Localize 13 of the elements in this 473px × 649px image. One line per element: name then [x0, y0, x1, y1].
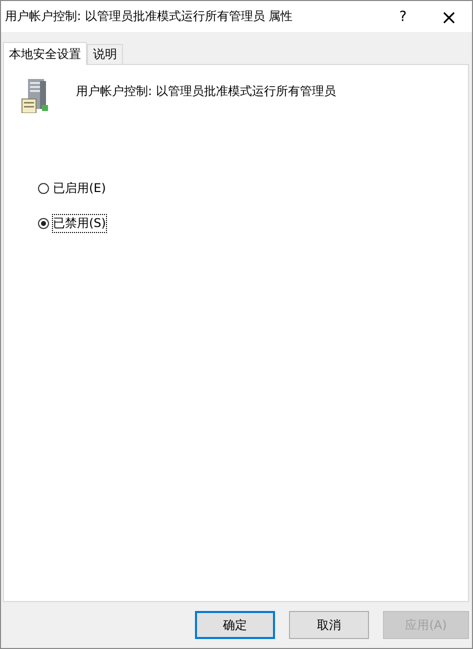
server-icon: [20, 79, 50, 113]
help-button[interactable]: ?: [380, 1, 426, 32]
dialog-button[interactable]: 确定: [195, 611, 275, 639]
radio-option[interactable]: 已启用(E): [38, 179, 468, 198]
dialog-button[interactable]: 取消: [289, 611, 369, 639]
radio-option[interactable]: 已禁用(S): [38, 214, 468, 233]
radio-button[interactable]: [38, 218, 49, 229]
tab[interactable]: 本地安全设置: [3, 42, 87, 65]
tab[interactable]: 说明: [87, 44, 123, 64]
radio-button[interactable]: [38, 183, 49, 194]
policy-title: 用户帐户控制: 以管理员批准模式运行所有管理员: [76, 83, 336, 100]
close-button[interactable]: ×: [426, 1, 472, 32]
window-title: 用户帐户控制: 以管理员批准模式运行所有管理员 属性: [4, 8, 294, 25]
